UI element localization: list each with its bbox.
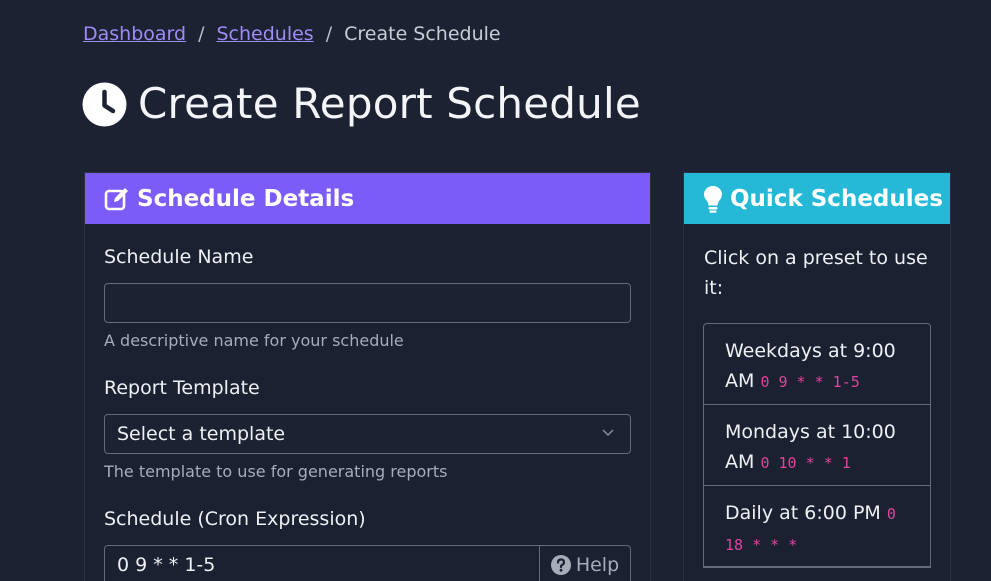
report-template-select[interactable]: Select a template [104,414,631,454]
page: Dashboard / Schedules / Create Schedule … [0,0,991,581]
quick-schedules-header: Quick Schedules [684,173,950,224]
cron-help-label: Help [575,554,620,576]
schedule-details-header: Schedule Details [85,173,650,224]
preset-label: Daily at 6:00 PM [725,502,881,524]
title-row: Create Report Schedule [82,78,641,130]
breadcrumb-separator: / [325,23,333,45]
preset-mondays-10am[interactable]: Mondays at 10:00 AM 0 10 * * 1 [704,405,930,486]
report-template-help: The template to use for generating repor… [104,462,448,481]
breadcrumb-current: Create Schedule [344,23,501,45]
cron-input-group: 0 9 * * 1-5 Help [104,545,631,581]
schedule-name-input[interactable] [104,283,631,323]
report-template-selected: Select a template [117,423,286,445]
breadcrumb-dashboard-link[interactable]: Dashboard [83,21,186,47]
schedule-name-label: Schedule Name [104,246,254,268]
cron-label: Schedule (Cron Expression) [104,508,366,530]
preset-cron: 0 9 * * 1-5 [760,373,860,391]
page-title: Create Report Schedule [138,79,641,128]
preset-cron: 0 10 * * 1 [760,454,851,472]
preset-daily-6pm[interactable]: Daily at 6:00 PM 0 18 * * * [704,486,930,567]
cron-input[interactable]: 0 9 * * 1-5 [104,545,539,581]
schedule-name-help: A descriptive name for your schedule [104,331,404,350]
breadcrumb: Dashboard / Schedules / Create Schedule [83,21,501,47]
preset-intro: Click on a preset to use it: [704,247,928,299]
quick-schedules-title: Quick Schedules [730,185,943,212]
question-circle-icon [550,555,571,575]
breadcrumb-separator: / [198,23,205,45]
edit-icon [104,187,128,210]
preset-weekdays-9am[interactable]: Weekdays at 9:00 AM 0 9 * * 1-5 [704,324,930,405]
schedule-details-title: Schedule Details [137,185,355,212]
preset-list: Weekdays at 9:00 AM 0 9 * * 1-5 Mondays … [703,323,931,568]
cron-help-button[interactable]: Help [539,545,631,581]
chevron-down-icon [602,429,614,437]
clock-icon [82,82,127,126]
report-template-label: Report Template [104,377,260,399]
lightbulb-icon [704,185,722,213]
breadcrumb-schedules-link[interactable]: Schedules [217,21,314,47]
